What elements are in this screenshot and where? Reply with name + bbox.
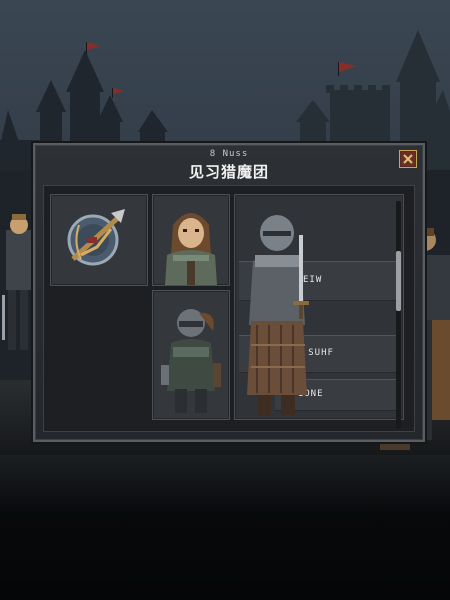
dialog-subtitle: 8 Nuss [209,149,249,159]
item-slot[interactable] [50,194,148,286]
close-icon [401,152,415,166]
hero-slot-archer[interactable] [152,194,230,286]
dialog-title: 见习猎魔团 [188,163,269,181]
knight-portrait [247,215,309,415]
scrollbar-thumb[interactable] [396,251,401,311]
squad-dialog: 8 Nuss 见习猎魔团 EIW MJ SUHF 1ONE [33,143,425,442]
scrollbar[interactable] [396,201,401,429]
hero-detail-panel: EIW MJ SUHF : 1ONE [234,194,404,429]
female-hunter-portrait [165,213,217,285]
bottom-shadow [0,455,450,600]
helmeted-squire-portrait [161,309,221,413]
close-button[interactable] [399,150,417,168]
roster-grid: EIW MJ SUHF : 1ONE [43,185,415,432]
hero-slot-squire[interactable] [152,290,230,420]
crossbow-shield-icon [67,209,125,266]
